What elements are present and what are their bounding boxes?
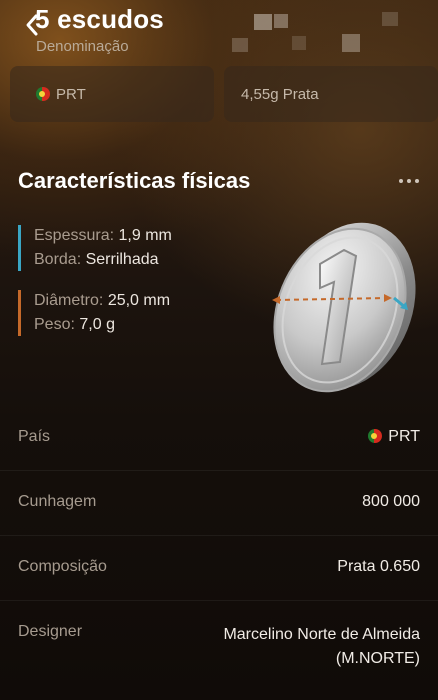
detail-value: 800 000 <box>362 493 420 510</box>
detail-value: PRT <box>368 428 420 446</box>
weight-value: 7,0 g <box>79 316 115 333</box>
weight-label: Peso: <box>34 316 75 333</box>
edge-label: Borda: <box>34 251 82 268</box>
detail-label: Cunhagem <box>18 493 97 510</box>
detail-row-composition: Composição Prata 0.650 <box>0 535 438 601</box>
diameter-label: Diâmetro: <box>34 292 104 309</box>
thickness-value: 1,9 mm <box>118 227 172 244</box>
thickness-accent-bar <box>18 225 21 271</box>
detail-value: Prata 0.650 <box>337 558 420 575</box>
denomination-label: Denominação <box>36 38 129 55</box>
weight-metal-text: 4,55g Prata <box>241 86 319 103</box>
section-title-physical: Características físicas <box>18 168 251 193</box>
detail-label: Designer <box>18 623 83 640</box>
thickness-label: Espessura: <box>34 227 115 244</box>
detail-label: País <box>18 428 51 445</box>
detail-label: Composição <box>18 558 107 575</box>
diameter-accent-bar <box>18 290 21 336</box>
portugal-flag-icon <box>368 429 383 443</box>
detail-row-country: País PRT <box>0 406 438 472</box>
country-code: PRT <box>56 86 86 103</box>
metal-card: 4,55g Prata <box>224 66 438 122</box>
weight-spec: Peso: 7,0 g <box>34 316 115 334</box>
edge-spec: Borda: Serrilhada <box>34 251 159 269</box>
detail-value: Marcelino Norte de Almeida (M.NORTE) <box>223 626 420 667</box>
blurred-coin-thumbnail <box>232 8 428 60</box>
edge-value: Serrilhada <box>85 251 159 268</box>
diameter-spec: Diâmetro: 25,0 mm <box>34 292 170 310</box>
detail-row-designer: Designer Marcelino Norte de Almeida (M.N… <box>0 600 438 690</box>
detail-row-mintage: Cunhagem 800 000 <box>0 470 438 536</box>
page-title: 5 escudos <box>35 4 164 34</box>
coin-illustration <box>272 222 416 393</box>
thickness-spec: Espessura: 1,9 mm <box>34 227 172 245</box>
diameter-value: 25,0 mm <box>107 292 171 309</box>
more-options-icon[interactable] <box>398 174 420 188</box>
country-card: PRT <box>10 66 214 122</box>
portugal-flag-icon <box>36 87 50 101</box>
